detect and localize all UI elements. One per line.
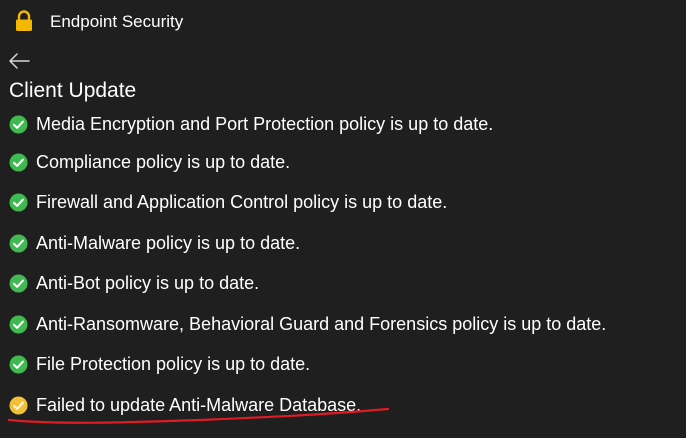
back-arrow-icon[interactable]	[6, 50, 32, 72]
check-circle-icon	[9, 314, 28, 334]
check-circle-icon	[9, 233, 28, 253]
check-circle-icon	[9, 152, 28, 172]
check-circle-icon	[9, 354, 28, 374]
page-title: Client Update	[9, 79, 137, 102]
status-item-anti-ransomware: Anti-Ransomware, Behavioral Guard and Fo…	[9, 311, 606, 337]
status-text: File Protection policy is up to date.	[36, 353, 311, 374]
status-item-media-encryption: Media Encryption and Port Protection pol…	[9, 111, 493, 137]
status-text: Compliance policy is up to date.	[36, 151, 291, 172]
check-circle-icon	[9, 192, 28, 212]
status-item-compliance: Compliance policy is up to date.	[9, 149, 290, 175]
status-item-firewall: Firewall and Application Control policy …	[9, 189, 447, 215]
red-annotation-underline	[7, 407, 390, 424]
status-text: Media Encryption and Port Protection pol…	[36, 113, 494, 134]
status-text: Anti-Ransomware, Behavioral Guard and Fo…	[36, 313, 607, 334]
status-item-file-protection: File Protection policy is up to date.	[9, 351, 310, 377]
check-circle-icon	[9, 273, 28, 293]
check-circle-icon	[9, 114, 28, 134]
status-text: Anti-Malware policy is up to date.	[36, 232, 301, 253]
status-text: Anti-Bot policy is up to date.	[36, 272, 260, 293]
status-item-anti-bot: Anti-Bot policy is up to date.	[9, 270, 259, 296]
app-title: Endpoint Security	[50, 12, 184, 31]
status-item-anti-malware-policy: Anti-Malware policy is up to date.	[9, 230, 300, 256]
status-text: Firewall and Application Control policy …	[36, 191, 448, 212]
lock-icon	[16, 10, 32, 31]
title-bar: Endpoint Security	[0, 0, 686, 44]
